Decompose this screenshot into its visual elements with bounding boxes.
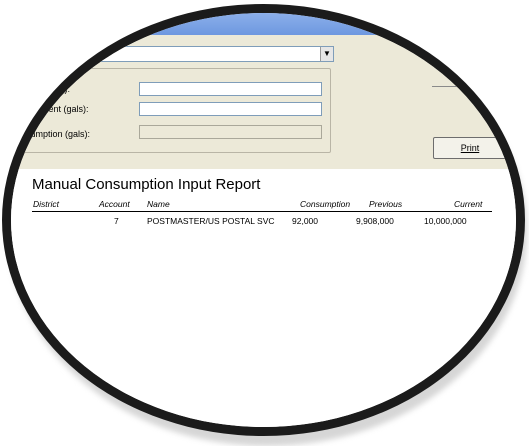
header-rule: [32, 211, 492, 212]
column-header-name: Name: [147, 199, 170, 209]
column-header-account: Account: [99, 199, 130, 209]
selection-dropdown[interactable]: ▼: [22, 46, 334, 62]
row-name: POSTMASTER/US POSTAL SVC: [147, 216, 275, 226]
divider: [432, 86, 516, 87]
window: ▼ us (gals): Current (gals): nsumption (…: [11, 13, 516, 427]
consumption-field: [139, 125, 322, 139]
consumption-label: nsumption (gals):: [21, 129, 91, 139]
print-button[interactable]: Print: [433, 137, 507, 159]
magnifier-lens: ▼ us (gals): Current (gals): nsumption (…: [2, 4, 525, 436]
column-header-current: Current: [454, 199, 483, 209]
row-previous: 9,908,000: [356, 216, 394, 226]
row-consumption: 92,000: [292, 216, 318, 226]
report-area: [11, 169, 516, 427]
column-header-consumption: Consumption: [300, 199, 351, 209]
chevron-down-icon[interactable]: ▼: [320, 47, 333, 61]
column-header-district: District: [33, 199, 59, 209]
row-current: 10,000,000: [424, 216, 467, 226]
window-titlebar: [11, 13, 516, 35]
report-title: Manual Consumption Input Report: [32, 176, 261, 193]
previous-field[interactable]: [139, 82, 322, 96]
previous-label: us (gals):: [33, 84, 71, 94]
row-account: 7: [114, 216, 119, 226]
current-label: Current (gals):: [31, 104, 89, 114]
print-button-label: Print: [460, 143, 480, 153]
current-field[interactable]: [139, 102, 322, 116]
column-header-previous: Previous: [369, 199, 403, 209]
